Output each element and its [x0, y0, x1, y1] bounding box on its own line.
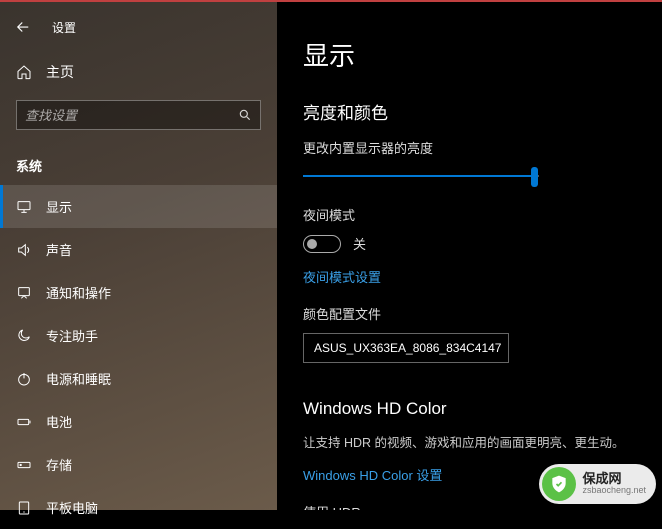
sidebar-item-label: 存储	[46, 455, 72, 474]
sidebar-item-label: 声音	[46, 240, 72, 259]
watermark-url: zsbaocheng.net	[582, 486, 646, 496]
sidebar-item-notifications[interactable]: 通知和操作	[0, 271, 277, 314]
sidebar-item-storage[interactable]: 存储	[0, 443, 277, 486]
night-light-toggle[interactable]	[303, 235, 341, 253]
night-light-state: 关	[353, 234, 366, 253]
settings-title: 设置	[52, 19, 76, 36]
sidebar-item-tablet[interactable]: 平板电脑	[0, 486, 277, 529]
monitor-icon	[16, 199, 32, 215]
sidebar-item-label: 通知和操作	[46, 283, 111, 302]
search-icon	[238, 108, 252, 122]
home-button[interactable]: 主页	[0, 52, 277, 92]
hd-color-settings-link[interactable]: Windows HD Color 设置	[303, 465, 442, 484]
page-title: 显示	[303, 36, 636, 73]
hd-color-description: 让支持 HDR 的视频、游戏和应用的画面更明亮、更生动。	[303, 433, 636, 453]
sidebar-item-power-sleep[interactable]: 电源和睡眠	[0, 357, 277, 400]
sidebar-item-label: 电池	[46, 412, 72, 431]
home-icon	[16, 64, 32, 80]
sidebar-item-focus-assist[interactable]: 专注助手	[0, 314, 277, 357]
brightness-section-title: 亮度和颜色	[303, 99, 636, 124]
storage-icon	[16, 457, 32, 473]
search-box[interactable]	[16, 100, 261, 130]
sidebar-item-label: 电源和睡眠	[46, 369, 111, 388]
brightness-label: 更改内置显示器的亮度	[303, 138, 636, 157]
color-profile-dropdown[interactable]: ASUS_UX363EA_8086_834C4147	[303, 333, 509, 363]
notification-icon	[16, 285, 32, 301]
hd-color-section-title: Windows HD Color	[303, 399, 636, 419]
color-profile-value: ASUS_UX363EA_8086_834C4147	[314, 341, 501, 355]
night-light-label: 夜间模式	[303, 205, 636, 224]
sound-icon	[16, 242, 32, 258]
slider-fill	[303, 175, 534, 177]
sidebar-item-label: 显示	[46, 197, 72, 216]
search-input[interactable]	[25, 108, 238, 123]
toggle-knob	[307, 239, 317, 249]
battery-icon	[16, 414, 32, 430]
home-label: 主页	[46, 62, 74, 82]
watermark: 保成网 zsbaocheng.net	[539, 464, 656, 504]
sidebar-item-label: 专注助手	[46, 326, 98, 345]
arrow-left-icon	[14, 18, 32, 36]
sidebar-item-sound[interactable]: 声音	[0, 228, 277, 271]
slider-thumb[interactable]	[531, 167, 538, 187]
sidebar-section-header: 系统	[0, 142, 277, 185]
moon-icon	[16, 328, 32, 344]
back-button[interactable]	[12, 16, 34, 38]
tablet-icon	[16, 500, 32, 516]
watermark-logo	[542, 467, 576, 501]
power-icon	[16, 371, 32, 387]
brightness-slider[interactable]	[303, 167, 539, 187]
watermark-title: 保成网	[582, 472, 646, 486]
sidebar-item-label: 平板电脑	[46, 498, 98, 517]
color-profile-label: 颜色配置文件	[303, 304, 636, 323]
sidebar-item-display[interactable]: 显示	[0, 185, 277, 228]
night-light-settings-link[interactable]: 夜间模式设置	[303, 267, 381, 286]
shield-icon	[549, 474, 569, 494]
sidebar-item-battery[interactable]: 电池	[0, 400, 277, 443]
